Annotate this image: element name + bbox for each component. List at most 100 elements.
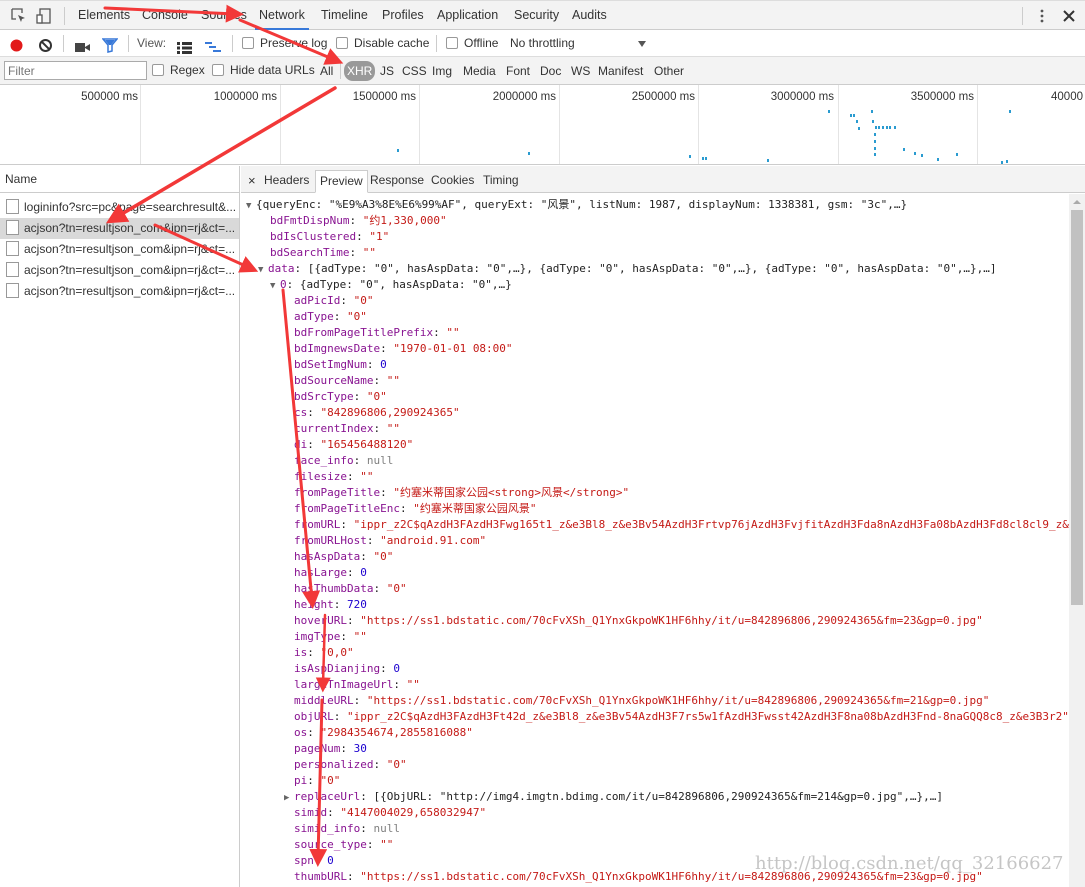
request-mark [878,126,880,129]
json-value: 30 [353,742,367,755]
type-filter-css[interactable]: CSS [399,61,430,81]
capture-screenshots-icon[interactable] [75,37,91,52]
type-filter-manifest[interactable]: Manifest [595,61,646,81]
tab-elements[interactable]: Elements [74,1,134,30]
json-property: bdIsClustered: "1" [270,229,389,245]
json-key: face_info [294,454,354,467]
json-value: "" [406,678,420,691]
tab-preview[interactable]: Preview [315,170,368,193]
close-detail-icon[interactable]: × [244,170,260,193]
request-mark [872,120,874,123]
vertical-scrollbar[interactable] [1069,194,1085,887]
type-filter-ws[interactable]: WS [568,61,593,81]
json-item0-node[interactable]: ▼ 0: {adType: "0", hasAspData: "0",…} [270,277,512,293]
json-property: fromPageTitle: "约塞米蒂国家公园<strong>风景</stro… [294,485,629,501]
json-key: di [294,438,308,451]
tab-timing[interactable]: Timing [479,170,523,193]
data-summary: [{adType: "0", hasAspData: "0",…}, {adTy… [307,262,997,275]
json-value: "0" [320,774,341,787]
root-summary: {queryEnc: "%E9%A3%8E%E6%99%AF", queryEx… [256,198,908,211]
inspect-element-icon[interactable] [10,7,28,25]
tab-headers[interactable]: Headers [260,170,313,193]
json-data-node[interactable]: ▼ data: [{adType: "0", hasAspData: "0",…}… [258,261,997,277]
item0-summary: {adType: "0", hasAspData: "0",…} [299,278,512,291]
json-value: "ippr_z2C$qAzdH3FAzdH3Ft42d_z&e3Bl8_z&e3… [347,710,1069,723]
tick-label: 40000 [1051,91,1083,103]
type-filter-doc[interactable]: Doc [537,61,564,81]
json-value: "https://ss1.bdstatic.com/70cFvXSh_Q1Ynx… [360,614,983,627]
json-value: "2984354674,2855816088" [320,726,473,739]
record-button[interactable] [9,36,24,52]
expanded-triangle-icon[interactable]: ▼ [246,198,256,214]
preserve-log-checkbox[interactable]: Preserve log [242,30,327,57]
request-row[interactable]: acjson?tn=resultjson_com&ipn=rj&ct=... [0,281,239,302]
type-filter-font[interactable]: Font [503,61,533,81]
device-toolbar-icon[interactable] [35,7,53,25]
colon: : [373,582,387,595]
kebab-menu-icon[interactable] [1033,7,1051,25]
type-filter-all[interactable]: All [317,61,336,81]
filter-input[interactable] [4,61,147,80]
timeline-overview[interactable]: 500000 ms 1000000 ms 1500000 ms 2000000 … [0,85,1085,165]
json-root[interactable]: ▼ {queryEnc: "%E9%A3%8E%E6%99%AF", queryE… [246,197,907,213]
request-row[interactable]: logininfo?src=pc&page=searchresult&... [0,197,239,218]
tab-response[interactable]: Response [366,170,428,193]
tick-label: 500000 ms [81,91,138,103]
json-value: [{ObjURL: "http://img4.imgtn.bdimg.com/i… [373,790,944,803]
type-filter-xhr[interactable]: XHR [344,61,376,81]
collapsed-triangle-icon[interactable]: ▶ [284,790,294,806]
colon: : [353,454,367,467]
expanded-triangle-icon[interactable]: ▼ [270,278,280,294]
colon: : [380,342,394,355]
scroll-up-arrow-icon[interactable] [1073,200,1081,204]
waterfall-view-icon[interactable] [205,37,221,52]
offline-checkbox[interactable]: Offline [446,30,498,57]
json-key: fromURL [294,518,341,531]
tab-audits[interactable]: Audits [568,1,611,30]
json-value: "" [362,246,376,259]
type-filter-js[interactable]: JS [377,61,397,81]
request-row-selected[interactable]: acjson?tn=resultjson_com&ipn=rj&ct=... [0,218,239,239]
json-key: pageNum [294,742,341,755]
type-filter-other[interactable]: Other [651,61,687,81]
large-rows-icon[interactable] [177,37,192,54]
json-property: fromPageTitleEnc: "约塞米蒂国家公园风景" [294,501,536,517]
request-mark [903,148,905,151]
hide-data-urls-checkbox[interactable]: Hide data URLs [212,57,315,84]
name-column-header[interactable]: Name [0,166,239,193]
tab-sources[interactable]: Sources [197,1,251,30]
tab-application[interactable]: Application [433,1,502,30]
json-preview[interactable]: ▼ {queryEnc: "%E9%A3%8E%E6%99%AF", queryE… [241,194,1069,887]
colon: : [366,534,381,547]
json-property: di: "165456488120" [294,437,413,453]
clear-icon[interactable] [38,36,53,52]
json-key: bdSearchTime [270,246,350,259]
colon: : [356,230,370,243]
colon: : [399,502,414,515]
request-row[interactable]: acjson?tn=resultjson_com&ipn=rj&ct=... [0,239,239,260]
json-property[interactable]: ▶ replaceUrl: [{ObjURL: "http://img4.imgt… [284,789,943,805]
tab-security[interactable]: Security [510,1,563,30]
divider [63,35,64,52]
colon: : [313,854,328,867]
tab-timeline[interactable]: Timeline [317,1,372,30]
request-mark [894,126,896,129]
disable-cache-label: Disable cache [354,36,430,50]
tab-network[interactable]: Network [255,1,309,30]
json-property: bdSourceName: "" [294,373,400,389]
divider [340,62,341,79]
tab-cookies[interactable]: Cookies [427,170,478,193]
request-row[interactable]: acjson?tn=resultjson_com&ipn=rj&ct=... [0,260,239,281]
throttling-select[interactable]: No throttling [510,30,648,57]
filter-icon[interactable] [101,36,119,53]
expanded-triangle-icon[interactable]: ▼ [258,262,268,278]
type-filter-media[interactable]: Media [460,61,499,81]
tab-profiles[interactable]: Profiles [378,1,428,30]
scroll-thumb[interactable] [1071,210,1083,605]
json-value: "1970-01-01 08:00" [393,342,513,355]
close-icon[interactable] [1060,7,1078,25]
tab-console[interactable]: Console [138,1,192,30]
disable-cache-checkbox[interactable]: Disable cache [336,30,429,57]
regex-checkbox[interactable]: Regex [152,57,205,84]
type-filter-img[interactable]: Img [429,61,455,81]
